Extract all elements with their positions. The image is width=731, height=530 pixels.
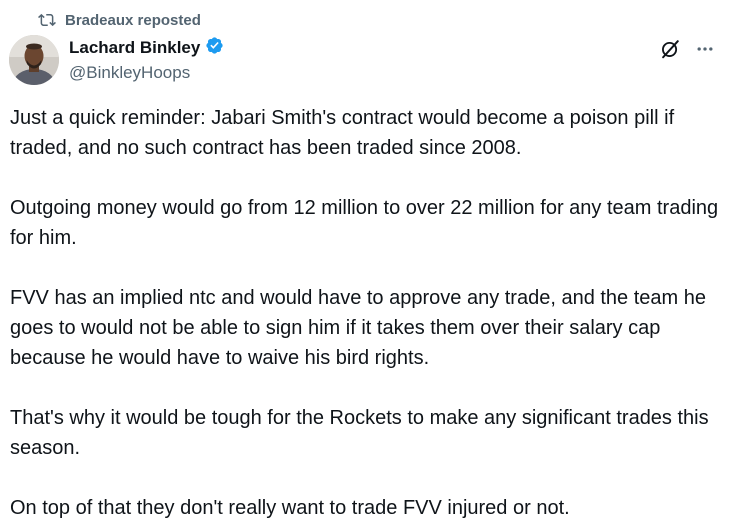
post-text: Just a quick reminder: Jabari Smith's co…: [10, 103, 722, 523]
grok-icon[interactable]: [659, 38, 681, 60]
post-header: Lachard Binkley @BinkleyHoops: [69, 36, 224, 83]
repost-label: Bradeaux reposted: [65, 11, 201, 29]
repost-indicator[interactable]: Bradeaux reposted: [38, 10, 201, 30]
post-actions: [659, 38, 715, 60]
more-options-icon[interactable]: [695, 39, 715, 59]
post-paragraph: That's why it would be tough for the Roc…: [10, 407, 709, 459]
author-handle[interactable]: @BinkleyHoops: [69, 63, 224, 83]
avatar[interactable]: [9, 35, 59, 85]
verified-badge-icon: [205, 36, 224, 60]
repost-icon: [38, 11, 56, 29]
post-paragraph: Just a quick reminder: Jabari Smith's co…: [10, 107, 675, 159]
post-paragraph: FVV has an implied ntc and would have to…: [10, 287, 706, 369]
post-paragraph: On top of that they don't really want to…: [10, 497, 570, 519]
author-name[interactable]: Lachard Binkley: [69, 38, 200, 58]
post-paragraph: Outgoing money would go from 12 million …: [10, 197, 719, 249]
